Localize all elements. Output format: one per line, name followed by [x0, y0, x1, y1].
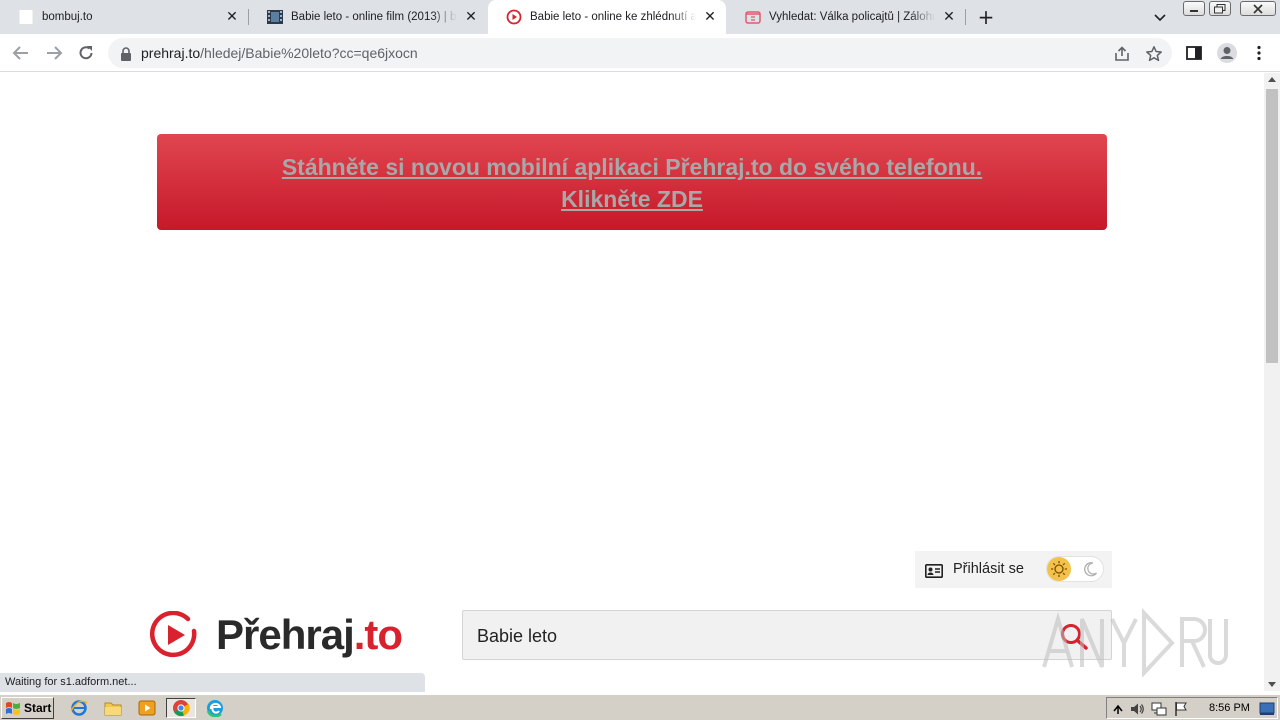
zalohuj-icon — [745, 9, 761, 25]
windows-taskbar: Start 8:56 PM — [0, 694, 1280, 720]
system-tray: 8:56 PM — [1106, 697, 1278, 719]
scroll-up-arrow-icon[interactable] — [1268, 77, 1276, 82]
new-tab-button[interactable]: + — [976, 7, 996, 27]
browser-toolbar: prehraj.to/hledej/Babie%20leto?cc=qe6jxo… — [0, 34, 1280, 72]
anyrun-watermark-logo — [1042, 607, 1228, 677]
logo-name: Přehraj — [216, 611, 355, 658]
edge-icon[interactable] — [202, 698, 228, 718]
start-button[interactable]: Start — [1, 697, 54, 719]
scrollbar-thumb[interactable] — [1266, 89, 1278, 363]
network-icon[interactable] — [1151, 701, 1167, 717]
tab-title: Babie leto - online film (2013) | bomb — [291, 11, 457, 23]
app-promo-banner[interactable]: Stáhněte si novou mobilní aplikaci Přehr… — [157, 134, 1107, 230]
login-area: Přihlásit se — [915, 551, 1112, 588]
tab-title: bombuj.to — [42, 11, 93, 23]
volume-icon[interactable] — [1129, 701, 1145, 717]
close-icon[interactable]: ✕ — [463, 9, 479, 25]
logo-wordmark: Přehraj.to — [216, 611, 403, 659]
film-strip-icon — [267, 9, 283, 25]
share-icon[interactable] — [1113, 45, 1131, 63]
search-input[interactable] — [477, 623, 1037, 649]
chevron-down-icon[interactable] — [1152, 9, 1168, 25]
promo-link-line1[interactable]: Stáhněte si novou mobilní aplikaci Přehr… — [157, 151, 1107, 183]
address-bar[interactable]: prehraj.to/hledej/Babie%20leto?cc=qe6jxo… — [108, 38, 1172, 68]
tab-separator — [965, 9, 966, 25]
start-label: Start — [24, 701, 52, 715]
windows-logo-icon — [6, 702, 20, 715]
close-icon[interactable]: ✕ — [941, 9, 957, 25]
action-center-flag-icon[interactable] — [1173, 701, 1189, 717]
forward-arrow-icon[interactable] — [43, 42, 65, 64]
url-text: prehraj.to/hledej/Babie%20leto?cc=qe6jxo… — [141, 45, 418, 61]
show-desktop-icon[interactable] — [1259, 700, 1275, 716]
internet-explorer-icon[interactable] — [66, 698, 92, 718]
prehraj-play-icon — [506, 9, 522, 25]
page-content: Stáhněte si novou mobilní aplikaci Přehr… — [0, 73, 1264, 691]
tray-expand-icon[interactable] — [1110, 701, 1126, 717]
url-path: /hledej/Babie%20leto?cc=qe6jxocn — [200, 45, 418, 61]
minimize-button[interactable] — [1183, 1, 1205, 16]
theme-toggle[interactable] — [1046, 556, 1104, 582]
tab-bombuj[interactable]: bombuj.to ✕ — [0, 0, 248, 34]
tab-zalohuj[interactable]: Vyhledat: Válka policajtů | Zálohuj.si ✕ — [727, 0, 965, 34]
restore-button[interactable] — [1209, 1, 1231, 16]
close-icon[interactable]: ✕ — [702, 9, 718, 25]
reload-icon[interactable] — [75, 42, 97, 64]
close-window-button[interactable] — [1240, 1, 1276, 16]
profile-avatar-icon[interactable] — [1216, 42, 1238, 64]
chrome-icon — [173, 700, 190, 717]
moon-icon — [1082, 561, 1098, 577]
vertical-scrollbar[interactable] — [1264, 73, 1280, 691]
taskbar-clock[interactable]: 8:56 PM — [1209, 702, 1250, 714]
media-player-icon[interactable] — [134, 698, 160, 718]
status-bubble: Waiting for s1.adform.net... — [0, 673, 425, 692]
close-icon[interactable]: ✕ — [224, 9, 240, 25]
tab-strip: bombuj.to ✕ Babie leto - online film (20… — [0, 0, 1280, 34]
tab-title: Babie leto - online ke zhlédnutí a ke s — [530, 11, 696, 23]
prehraj-logo-icon — [150, 611, 197, 658]
bookmark-star-icon[interactable] — [1145, 45, 1163, 63]
chrome-taskbar-button[interactable] — [166, 698, 196, 718]
search-box — [462, 610, 1112, 660]
file-explorer-icon[interactable] — [100, 698, 126, 718]
id-card-icon — [925, 563, 943, 578]
blank-page-icon — [18, 9, 34, 25]
tab-title: Vyhledat: Válka policajtů | Zálohuj.si — [769, 11, 935, 23]
logo-tld: .to — [353, 611, 403, 658]
back-arrow-icon[interactable] — [10, 42, 32, 64]
url-host: prehraj.to — [141, 45, 201, 61]
side-panel-icon[interactable] — [1185, 44, 1203, 62]
more-menu-icon[interactable] — [1250, 44, 1268, 62]
sun-icon — [1047, 557, 1071, 581]
tab-babie-leto-prehraj[interactable]: Babie leto - online ke zhlédnutí a ke s … — [488, 0, 726, 34]
lock-icon[interactable] — [120, 46, 132, 61]
promo-link-line2[interactable]: Klikněte ZDE — [157, 183, 1107, 215]
login-link[interactable]: Přihlásit se — [953, 561, 1024, 577]
site-logo[interactable]: Přehraj.to — [150, 609, 403, 661]
tab-babie-leto-bombuj[interactable]: Babie leto - online film (2013) | bomb ✕ — [249, 0, 487, 34]
scroll-down-arrow-icon[interactable] — [1268, 682, 1276, 687]
